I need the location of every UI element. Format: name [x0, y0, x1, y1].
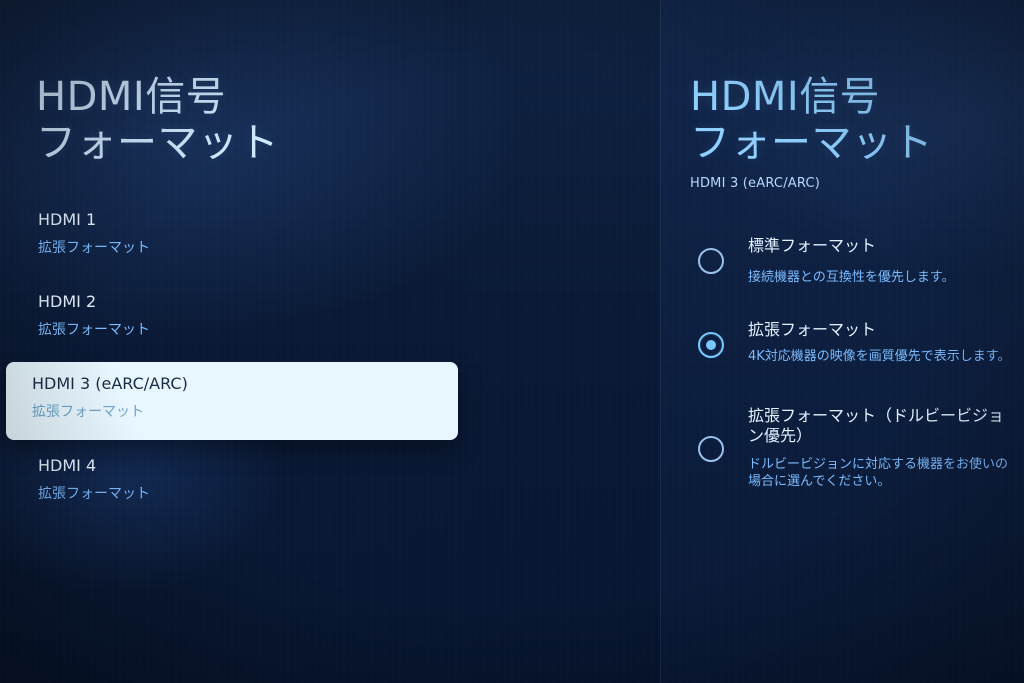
format-option-enhanced-dolby-vision[interactable]: 拡張フォーマット（ドルビービジョン優先） ドルビービジョンに対応する機器をお使い… [690, 404, 1020, 514]
hdmi-item-name: HDMI 2 [38, 292, 97, 311]
hdmi-item-format: 拡張フォーマット [32, 404, 144, 420]
format-option-description: 接続機器との互換性を優先します。 [748, 270, 955, 285]
hdmi-item-1[interactable]: HDMI 1 拡張フォーマット [6, 198, 458, 276]
hdmi-item-name: HDMI 1 [38, 210, 97, 229]
hdmi-item-2[interactable]: HDMI 2 拡張フォーマット [6, 280, 458, 358]
hdmi-item-format: 拡張フォーマット [38, 322, 150, 338]
right-title-line-2: フォーマット [690, 120, 933, 166]
hdmi-item-4[interactable]: HDMI 4 拡張フォーマット [6, 444, 458, 522]
radio-unchecked-icon[interactable] [698, 248, 724, 274]
right-subtitle: HDMI 3 (eARC/ARC) [690, 176, 821, 191]
hdmi-item-3-selected[interactable]: HDMI 3 (eARC/ARC) 拡張フォーマット [6, 362, 458, 440]
left-title-line-2: フォーマット [36, 120, 279, 166]
right-page-title: HDMI信号 フォーマット [690, 74, 1010, 166]
hdmi-item-name: HDMI 4 [38, 456, 97, 475]
radio-unchecked-icon[interactable] [698, 436, 724, 462]
format-option-description: ドルビービジョンに対応する機器をお使いの場合に選んでください。 [748, 457, 1009, 489]
hdmi-item-format: 拡張フォーマット [38, 240, 150, 256]
format-options: 標準フォーマット 接続機器との互換性を優先します。 拡張フォーマット 4K対応機… [690, 226, 1020, 516]
hdmi-item-name: HDMI 3 (eARC/ARC) [32, 374, 188, 393]
format-option-description: 4K対応機器の映像を画質優先で表示します。 [748, 349, 1011, 364]
format-option-title: 拡張フォーマット（ドルビービジョン優先） [748, 406, 1005, 445]
right-title-line-1: HDMI信号 [690, 74, 881, 120]
radio-checked-icon[interactable] [698, 332, 724, 358]
hdmi-item-format: 拡張フォーマット [38, 486, 150, 502]
format-option-standard[interactable]: 標準フォーマット 接続機器との互換性を優先します。 [690, 226, 1020, 294]
format-option-enhanced[interactable]: 拡張フォーマット 4K対応機器の映像を画質優先で表示します。 [690, 312, 1020, 388]
left-title-line-1: HDMI信号 [36, 74, 227, 120]
format-option-title: 標準フォーマット [748, 236, 877, 255]
format-option-title: 拡張フォーマット [748, 320, 877, 339]
left-page-title: HDMI信号 フォーマット [36, 74, 416, 166]
hdmi-input-list: HDMI 1 拡張フォーマット HDMI 2 拡張フォーマット HDMI 3 (… [0, 198, 470, 518]
